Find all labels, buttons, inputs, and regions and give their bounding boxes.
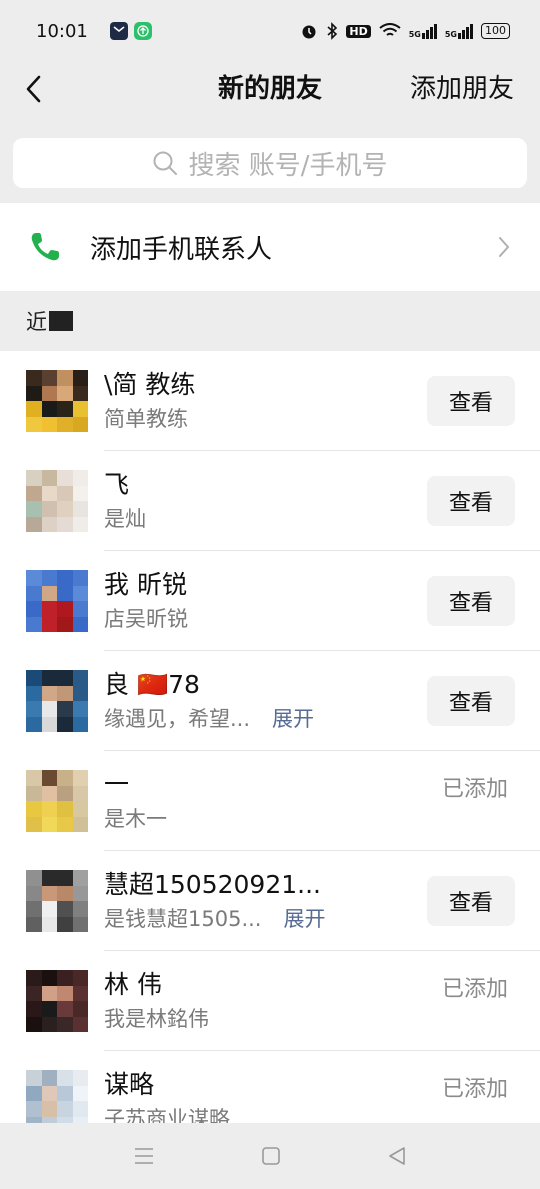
bluetooth-icon (327, 22, 338, 40)
list-item[interactable]: 慧超150520921... 是钱慧超1505... 展开 查看 (0, 851, 540, 951)
system-nav-bar (0, 1123, 540, 1189)
request-message: 是钱慧超1505... 展开 (104, 907, 326, 931)
add-phone-contacts-label: 添加手机联系人 (90, 234, 273, 265)
contact-name: 飞 (104, 470, 130, 499)
list-item[interactable]: 一 是木一 已添加 (0, 751, 540, 851)
section-header-recent: 近 (0, 291, 540, 351)
request-message: 缘遇见，希望... 展开 (104, 707, 315, 731)
view-button[interactable]: 查看 (427, 676, 515, 726)
search-input[interactable]: 搜索 账号/手机号 (13, 138, 527, 188)
status-bar: 10:01 HD 5G 5G 100 (0, 0, 540, 62)
status-app-icons (109, 22, 152, 40)
expand-link[interactable]: 展开 (272, 707, 314, 731)
menu-icon[interactable] (133, 1146, 155, 1166)
view-button[interactable]: 查看 (427, 476, 515, 526)
view-button[interactable]: 查看 (427, 576, 515, 626)
added-status: 已添加 (441, 977, 508, 1002)
list-item[interactable]: 良 🇨🇳78 缘遇见，希望... 展开 查看 (0, 651, 540, 751)
request-message: 是木一 (104, 807, 167, 831)
add-phone-contacts-row[interactable]: 添加手机联系人 (0, 203, 540, 291)
search-placeholder: 搜索 账号/手机号 (188, 150, 388, 181)
avatar (26, 470, 88, 532)
contact-name: \简 教练 (104, 370, 196, 399)
view-button[interactable]: 查看 (427, 876, 515, 926)
request-message: 店吴昕锐 (104, 607, 188, 631)
list-item[interactable]: 飞 是灿 查看 (0, 451, 540, 551)
redacted-block (49, 311, 73, 331)
back-triangle-icon[interactable] (387, 1146, 407, 1166)
contact-name: 良 🇨🇳78 (104, 670, 200, 699)
added-status: 已添加 (441, 777, 508, 802)
add-friend-button[interactable]: 添加朋友 (410, 72, 514, 106)
signal-5g-icon-2: 5G (445, 23, 473, 39)
avatar (26, 670, 88, 732)
avatar (26, 370, 88, 432)
alarm-icon (302, 25, 316, 39)
request-message: 我是林銘伟 (104, 1007, 209, 1031)
back-button[interactable] (18, 72, 48, 106)
list-item[interactable]: 林 伟 我是林銘伟 已添加 (0, 951, 540, 1051)
list-item[interactable]: \简 教练 简单教练 查看 (0, 351, 540, 451)
avatar (26, 570, 88, 632)
status-indicators: HD 5G 5G 100 (300, 22, 510, 40)
request-message: 简单教练 (104, 407, 188, 431)
added-status: 已添加 (441, 1077, 508, 1102)
mail-app-icon (109, 22, 128, 40)
contact-name: 谋略 (104, 1070, 155, 1099)
chevron-right-icon (499, 237, 510, 257)
request-message: 是灿 (104, 507, 146, 531)
friend-request-list: \简 教练 简单教练 查看 飞 是灿 查看 我 昕锐 店吴昕锐 查看 良 🇨🇳7… (0, 351, 540, 1123)
phone-icon (31, 233, 59, 261)
request-message: 子苏商业谋略 (104, 1107, 230, 1123)
upload-app-icon (133, 22, 152, 40)
avatar (26, 970, 88, 1032)
avatar (26, 870, 88, 932)
avatar (26, 1070, 88, 1123)
avatar (26, 770, 88, 832)
home-icon[interactable] (261, 1146, 281, 1166)
list-item[interactable]: 谋略 子苏商业谋略 已添加 (0, 1051, 540, 1123)
expand-link[interactable]: 展开 (283, 907, 325, 931)
contact-name: 我 昕锐 (104, 570, 187, 599)
hd-icon: HD (346, 24, 371, 38)
list-item[interactable]: 我 昕锐 店吴昕锐 查看 (0, 551, 540, 651)
contact-name: 慧超150520921... (104, 870, 321, 899)
view-button[interactable]: 查看 (427, 376, 515, 426)
battery-indicator: 100 (481, 23, 510, 39)
status-time: 10:01 (36, 20, 88, 42)
search-icon (153, 151, 178, 175)
chevron-left-icon (26, 75, 41, 103)
signal-5g-icon: 5G (409, 23, 437, 39)
section-label: 近 (26, 310, 47, 334)
contact-name: 一 (104, 770, 130, 799)
contact-name: 林 伟 (104, 970, 162, 999)
wifi-icon (379, 23, 401, 36)
nav-bar: 新的朋友 添加朋友 (0, 62, 540, 116)
